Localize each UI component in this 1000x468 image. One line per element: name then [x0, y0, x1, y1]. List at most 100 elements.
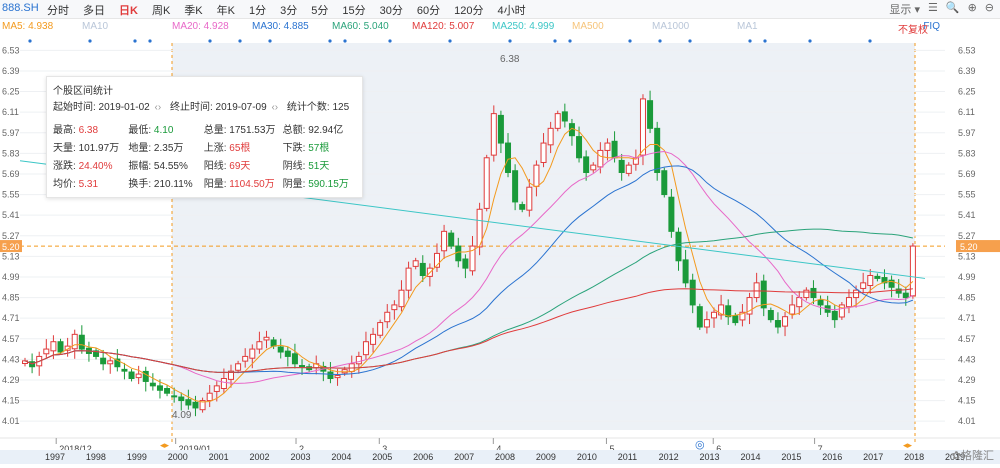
year-label: 2006 — [413, 452, 433, 462]
period-tab[interactable]: 周K — [145, 2, 177, 18]
ma-legend-item: MA250: 4.999 — [492, 21, 555, 32]
candle-body — [909, 245, 916, 297]
candle-body — [590, 164, 597, 171]
candle-body — [668, 196, 675, 232]
candle-body — [782, 316, 789, 327]
candle-body — [696, 306, 703, 328]
signal-dot — [628, 39, 632, 43]
candle-body — [412, 260, 419, 267]
toolbar-icon[interactable]: 🔍 — [946, 1, 960, 17]
period-tab[interactable]: 多日 — [76, 2, 112, 18]
stats-row: 最高: 6.38 最低: 4.10 总量: 1751.53万 总额: 92.94亿 — [53, 119, 358, 137]
candle-body — [874, 275, 881, 279]
period-tab[interactable]: 分时 — [40, 2, 76, 18]
candle-body — [661, 170, 668, 196]
candle-body — [107, 360, 114, 365]
toolbar-icon[interactable]: ⊕ — [968, 1, 977, 17]
y-tick-label-right: 5.83 — [958, 148, 976, 158]
candle-body — [732, 315, 739, 324]
toolbar-icon[interactable]: ☰ — [928, 1, 938, 17]
y-tick-label-right: 5.13 — [958, 251, 976, 261]
candle-body — [767, 310, 774, 321]
signal-dot — [328, 39, 332, 43]
period-tab[interactable]: 4小时 — [490, 2, 532, 18]
candle-body — [156, 385, 163, 391]
y-tick-label-right: 5.69 — [958, 169, 976, 179]
candle-body — [291, 353, 298, 365]
candle-body — [78, 334, 85, 350]
candle-body — [583, 156, 590, 173]
candle-body — [398, 289, 405, 308]
period-tab[interactable]: 60分 — [410, 2, 447, 18]
y-tick-label-right: 4.29 — [958, 375, 976, 385]
stats-title: 个股区间统计 — [53, 86, 113, 97]
year-label: 1997 — [45, 452, 65, 462]
end-nav-icon[interactable]: ‹› — [271, 102, 278, 113]
stats-cell: 阳量: 1104.50万 — [203, 178, 275, 190]
candle-body — [213, 385, 220, 392]
start-nav-icon[interactable]: ‹› — [155, 102, 162, 113]
y-tick-label-left: 5.27 — [2, 231, 20, 241]
period-tab[interactable]: 日K — [112, 2, 145, 18]
candle-body — [561, 111, 568, 122]
year-label: 2015 — [781, 452, 801, 462]
y-tick-label-right: 4.01 — [958, 416, 976, 426]
year-label: 2012 — [659, 452, 679, 462]
candle-body — [441, 230, 448, 252]
stats-row: 涨跌: 24.40% 振幅: 54.55% 阳线: 69天 阴线: 51天 — [53, 155, 358, 173]
candle-body — [171, 395, 178, 398]
candle-body — [419, 262, 426, 276]
toolbar-icon[interactable]: 显示 ▾ — [889, 1, 920, 17]
stats-cell: 均价: 5.31 — [53, 178, 99, 190]
y-tick-label-right: 4.57 — [958, 334, 976, 344]
adjust-label[interactable]: 不复权 — [898, 21, 928, 36]
toolbar-right: 显示 ▾ ☰ 🔍 ⊕ ⊖ — [889, 1, 994, 17]
selection-handle-end: ◂▸ — [903, 440, 913, 450]
stock-symbol[interactable]: 888.SH — [2, 2, 39, 14]
candle-body — [249, 348, 256, 359]
signal-dot — [343, 39, 347, 43]
period-tab[interactable]: 5分 — [304, 2, 335, 18]
y-tick-label-right: 5.41 — [958, 210, 976, 220]
ma-legend-item: MA120: 5.007 — [412, 21, 475, 32]
stats-end: 终止时间: 2019-07-09 — [169, 102, 267, 113]
candle-body — [284, 350, 291, 357]
period-tab[interactable]: 120分 — [447, 2, 490, 18]
y-tick-label-left: 5.41 — [2, 210, 20, 220]
candle-body — [519, 204, 526, 210]
signal-dot — [388, 39, 392, 43]
candle-body — [647, 100, 654, 129]
candle-body — [526, 186, 533, 211]
period-tab[interactable]: 3分 — [273, 2, 304, 18]
candle-body — [682, 259, 689, 284]
period-tab[interactable]: 30分 — [373, 2, 410, 18]
candle-body — [831, 310, 838, 321]
candle-body — [703, 319, 710, 328]
candle-body — [256, 341, 263, 350]
candle-body — [760, 280, 767, 309]
y-tick-label-left: 6.25 — [2, 87, 20, 97]
period-tab[interactable]: 1分 — [242, 2, 273, 18]
candle-body — [547, 127, 554, 146]
candle-body — [135, 373, 142, 379]
candle-body — [384, 311, 391, 323]
candle-body — [533, 164, 540, 187]
candle-body — [71, 333, 78, 350]
toolbar-icon[interactable]: ⊖ — [985, 1, 994, 17]
year-label: 2014 — [740, 452, 760, 462]
year-label: 2018 — [904, 452, 924, 462]
year-label: 2003 — [290, 452, 310, 462]
ma-legend-item: MA60: 5.040 — [332, 21, 389, 32]
period-tab[interactable]: 季K — [177, 2, 209, 18]
year-label: 2011 — [618, 452, 637, 462]
candle-body — [845, 297, 852, 308]
period-tab[interactable]: 年K — [210, 2, 242, 18]
signal-dot — [568, 39, 572, 43]
signal-dot — [208, 39, 212, 43]
period-tab[interactable]: 15分 — [335, 2, 372, 18]
candle-body — [689, 279, 696, 306]
watermark: ✿格隆汇 — [951, 450, 994, 462]
y-tick-label-right: 5.55 — [958, 190, 976, 200]
ma-legend-item: MA1000 — [652, 21, 690, 32]
candle-body — [604, 142, 611, 151]
